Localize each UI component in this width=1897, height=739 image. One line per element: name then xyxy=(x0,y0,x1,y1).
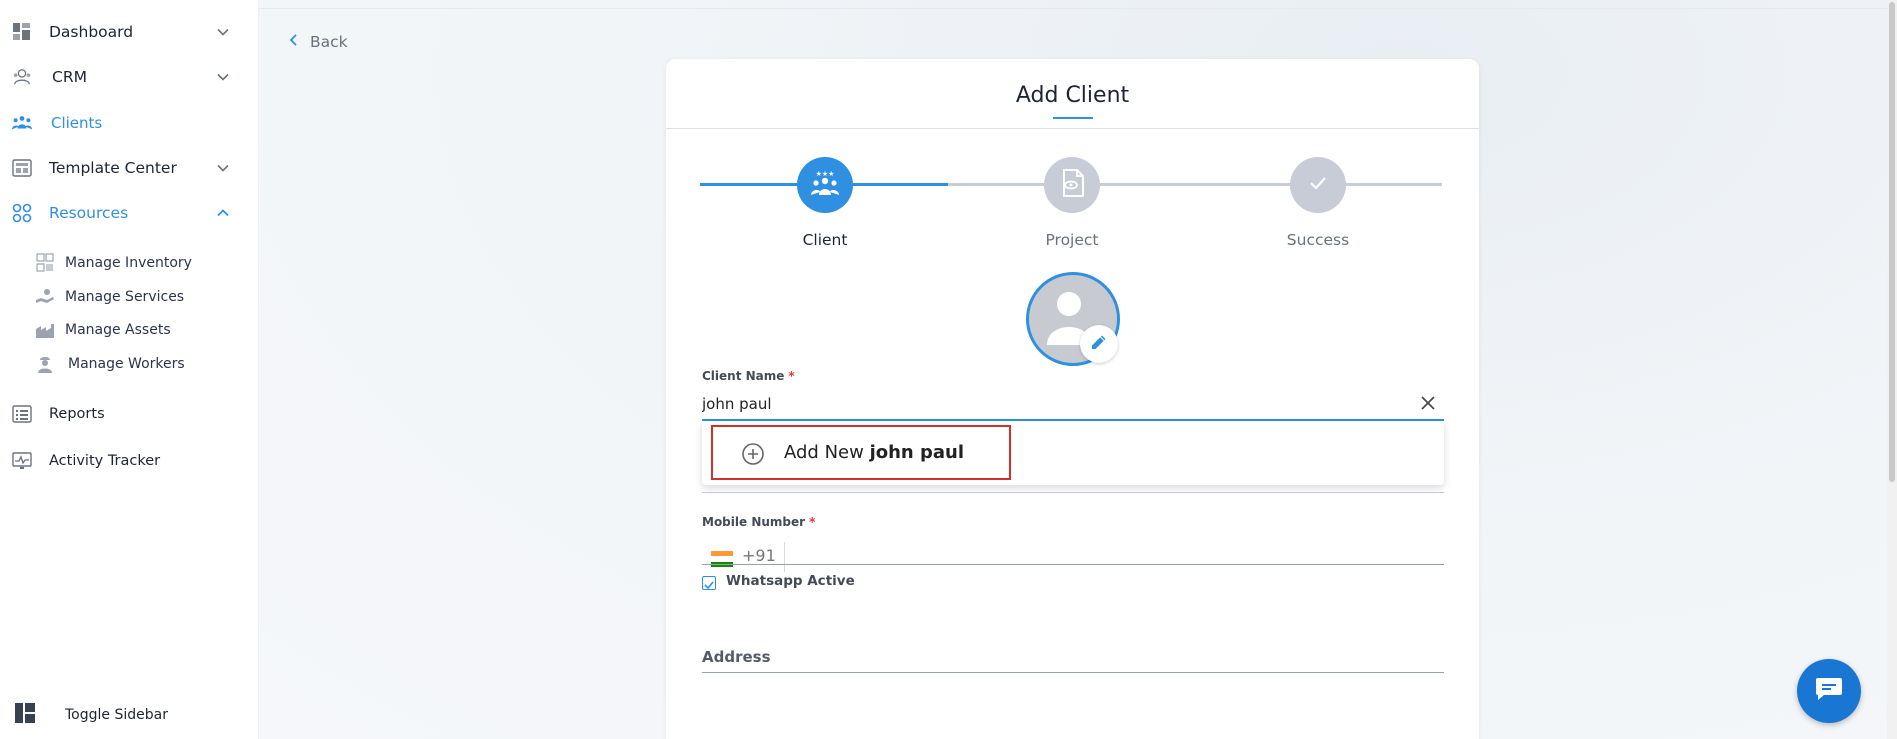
chat-bubble-icon xyxy=(1814,676,1844,706)
crm-icon xyxy=(12,67,32,87)
mobile-number-label-text: Mobile Number xyxy=(702,515,806,529)
sidebar-subitem-label: Manage Assets xyxy=(65,322,171,338)
sidebar-item-label: Clients xyxy=(51,114,103,132)
resources-icon xyxy=(12,203,32,223)
sidebar-subitem-manage-services[interactable]: Manage Services xyxy=(0,282,259,312)
scrollbar-thumb[interactable] xyxy=(1889,2,1895,482)
card-divider xyxy=(666,128,1479,129)
dashboard-icon xyxy=(12,22,32,42)
hidden-field-underline xyxy=(702,492,1444,493)
sidebar-item-label: Dashboard xyxy=(49,23,134,41)
team-icon: ★★★ xyxy=(808,168,842,202)
client-name-input[interactable] xyxy=(702,389,1442,419)
reports-icon xyxy=(12,404,32,424)
sidebar-item-clients[interactable]: Clients xyxy=(0,103,259,143)
edit-avatar-button[interactable] xyxy=(1080,325,1118,363)
whatsapp-active-checkbox[interactable] xyxy=(702,576,716,590)
toggle-sidebar-label: Toggle Sidebar xyxy=(65,707,168,723)
sidebar-subitem-manage-workers[interactable]: Manage Workers xyxy=(0,349,259,379)
page-scrollbar[interactable] xyxy=(1887,0,1897,739)
sidebar-item-label: Activity Tracker xyxy=(49,453,161,469)
clients-icon xyxy=(12,113,32,133)
chevron-up-icon xyxy=(213,203,233,223)
workers-icon xyxy=(35,354,55,374)
sidebar-item-crm[interactable]: CRM xyxy=(0,57,259,97)
chevron-down-icon xyxy=(213,22,233,42)
sidebar-item-template-center[interactable]: Template Center xyxy=(0,148,259,188)
add-client-card: Add Client ★★★ Client Project Success Cl… xyxy=(666,59,1479,739)
step-success-circle[interactable] xyxy=(1290,157,1346,213)
top-divider xyxy=(259,8,1897,9)
page-title: Add Client xyxy=(1015,83,1130,108)
client-name-suggestions: Add New john paul xyxy=(702,421,1444,485)
svg-text:★★★: ★★★ xyxy=(816,170,835,178)
required-mark: * xyxy=(809,515,816,529)
sidebar: Dashboard CRM Clients Template Center Re… xyxy=(0,0,259,739)
add-new-value: john paul xyxy=(869,442,965,463)
step-label-success: Success xyxy=(1286,231,1350,249)
sidebar-item-label: Reports xyxy=(49,406,105,422)
dial-code: +91 xyxy=(742,546,776,565)
pencil-icon xyxy=(1090,333,1108,355)
sidebar-item-label: Resources xyxy=(49,204,129,222)
add-new-client-option[interactable]: Add New john paul xyxy=(711,425,1011,480)
mobile-number-underline xyxy=(702,564,1444,565)
step-connector-pending xyxy=(948,183,1442,186)
template-icon xyxy=(12,158,32,178)
sidebar-subitem-label: Manage Workers xyxy=(68,356,185,372)
client-name-label-text: Client Name xyxy=(702,369,785,383)
required-mark: * xyxy=(788,369,795,383)
project-document-icon xyxy=(1058,168,1086,202)
check-icon xyxy=(1308,175,1328,195)
sidebar-item-activity-tracker[interactable]: Activity Tracker xyxy=(0,441,259,481)
sidebar-item-label: Template Center xyxy=(49,159,177,177)
chat-support-button[interactable] xyxy=(1797,659,1861,723)
step-project-circle[interactable] xyxy=(1044,157,1100,213)
chevron-left-icon xyxy=(288,32,300,51)
sidebar-subitem-manage-inventory[interactable]: Manage Inventory xyxy=(0,248,259,278)
sidebar-subitem-label: Manage Inventory xyxy=(65,255,192,271)
layout-sidebar-icon xyxy=(14,702,36,728)
address-input[interactable] xyxy=(702,672,1444,673)
sidebar-subitem-manage-assets[interactable]: Manage Assets xyxy=(0,315,259,345)
phone-separator xyxy=(784,542,785,572)
assets-icon xyxy=(35,320,55,340)
checkmark-icon xyxy=(704,574,714,593)
mobile-number-label: Mobile Number * xyxy=(702,515,815,529)
sidebar-item-label: CRM xyxy=(52,68,87,86)
clear-input-button[interactable] xyxy=(1418,394,1438,414)
back-label: Back xyxy=(310,32,348,51)
step-client-circle[interactable]: ★★★ xyxy=(797,157,853,213)
toggle-sidebar-button[interactable]: Toggle Sidebar xyxy=(0,700,259,730)
close-icon xyxy=(1421,395,1435,414)
back-button[interactable]: Back xyxy=(288,32,348,51)
sidebar-item-dashboard[interactable]: Dashboard xyxy=(0,12,259,52)
chevron-down-icon xyxy=(213,158,233,178)
sidebar-item-resources[interactable]: Resources xyxy=(0,193,259,233)
step-label-project: Project xyxy=(1045,231,1099,249)
address-label: Address xyxy=(702,648,771,666)
chevron-down-icon xyxy=(213,67,233,87)
activity-icon xyxy=(12,451,32,471)
sidebar-item-reports[interactable]: Reports xyxy=(0,394,259,434)
sidebar-subitem-label: Manage Services xyxy=(65,289,185,305)
add-new-prefix: Add New xyxy=(784,442,864,463)
step-label-client: Client xyxy=(802,231,848,249)
whatsapp-active-label: Whatsapp Active xyxy=(726,573,855,589)
title-underline xyxy=(1053,117,1093,119)
services-icon xyxy=(35,287,55,307)
add-new-option-text: Add New john paul xyxy=(784,442,964,463)
mobile-number-input[interactable] xyxy=(792,542,1442,572)
add-circle-icon xyxy=(741,442,765,470)
inventory-icon xyxy=(35,253,55,273)
client-name-label: Client Name * xyxy=(702,369,795,383)
